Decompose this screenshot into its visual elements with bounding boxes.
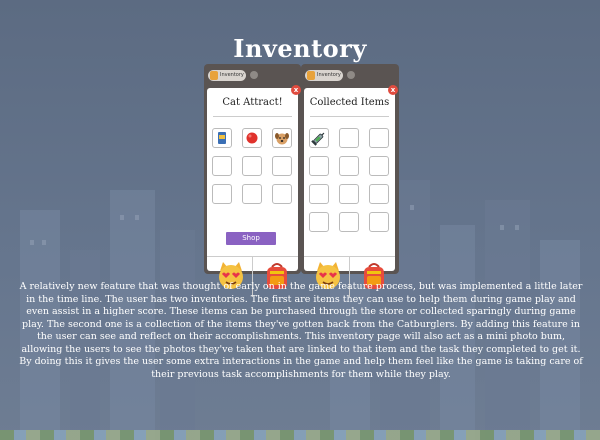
item-slot[interactable]: [339, 212, 359, 232]
item-slot[interactable]: [242, 184, 262, 204]
divider: [310, 116, 389, 117]
item-slot[interactable]: [309, 212, 329, 232]
tab-inventory-label: Inventory: [317, 72, 341, 78]
dog-face-icon: [275, 133, 289, 145]
tab-settings[interactable]: [347, 70, 387, 81]
page-title: Inventory: [233, 34, 367, 63]
card-title: Cat Attract!: [222, 97, 283, 108]
item-slot[interactable]: [309, 128, 329, 148]
item-slot[interactable]: [272, 128, 292, 148]
item-slot[interactable]: [339, 128, 359, 148]
backpack-icon: [307, 71, 315, 80]
window: [135, 215, 139, 220]
window: [410, 205, 414, 210]
tab-inventory[interactable]: Inventory: [208, 70, 246, 81]
close-button[interactable]: x: [388, 85, 398, 95]
item-slot[interactable]: [309, 156, 329, 176]
syringe-icon: [311, 132, 325, 146]
tab-settings[interactable]: [250, 70, 290, 81]
ground-strip: [0, 430, 600, 440]
window: [515, 225, 519, 230]
item-slot[interactable]: [212, 156, 232, 176]
item-slot[interactable]: [339, 156, 359, 176]
cat-food-can-icon: [218, 132, 226, 144]
item-slot[interactable]: [212, 128, 232, 148]
window: [500, 225, 504, 230]
red-ball-icon: [246, 132, 258, 144]
item-slot[interactable]: [212, 184, 232, 204]
top-bar: Inventory: [305, 70, 395, 82]
items-card: x Cat Attract! Shop: [207, 85, 301, 297]
window: [30, 240, 34, 245]
inventory-screen-collected: Inventory x Collected Items: [301, 64, 399, 297]
tab-inventory[interactable]: Inventory: [305, 70, 343, 81]
top-bar: Inventory: [208, 70, 297, 82]
card-title: Collected Items: [309, 97, 390, 108]
description-paragraph: A relatively new feature that was though…: [19, 281, 583, 380]
item-slot[interactable]: [242, 128, 262, 148]
item-slot[interactable]: [339, 184, 359, 204]
item-slot[interactable]: [242, 156, 262, 176]
gear-icon: [347, 71, 355, 79]
backpack-icon: [210, 71, 218, 80]
divider: [213, 116, 292, 117]
item-slot[interactable]: [369, 184, 389, 204]
inventory-screen-items: Inventory x Cat Attract! Shop: [204, 64, 301, 297]
item-slot[interactable]: [369, 156, 389, 176]
item-slot[interactable]: [309, 184, 329, 204]
item-slot[interactable]: [369, 212, 389, 232]
window: [120, 215, 124, 220]
close-button[interactable]: x: [291, 85, 301, 95]
collected-card: x Collected Items: [304, 85, 398, 297]
gear-icon: [250, 71, 258, 79]
shop-button[interactable]: Shop: [226, 232, 276, 245]
item-slot[interactable]: [272, 156, 292, 176]
item-slot[interactable]: [369, 128, 389, 148]
window: [42, 240, 46, 245]
tab-inventory-label: Inventory: [220, 72, 244, 78]
item-slot[interactable]: [272, 184, 292, 204]
